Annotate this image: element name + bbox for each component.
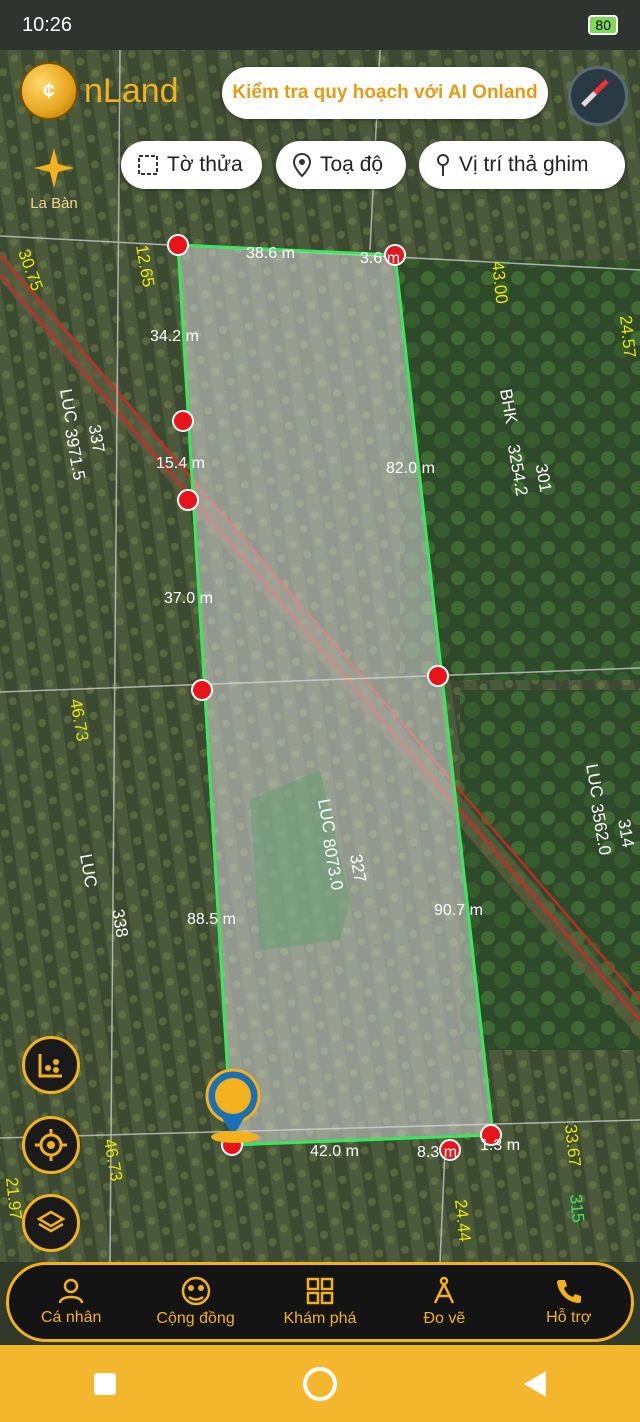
battery-icon: 80 <box>588 15 618 35</box>
status-time: 10:26 <box>22 13 73 36</box>
bottom-nav: Cá nhân Cộng đồng Khám phá Đo vẽ Hỗ trợ <box>6 1262 634 1342</box>
pushpin-icon <box>437 154 449 176</box>
chip-toa-do[interactable]: Toạ độ <box>276 141 406 189</box>
chart-button[interactable] <box>22 1036 80 1094</box>
compass-label: La Bàn <box>30 195 78 212</box>
layers-button[interactable] <box>22 1194 80 1252</box>
map-pin-icon <box>292 153 312 177</box>
measure-label: 42.0 m <box>310 1143 359 1160</box>
measure-label: 82.0 m <box>386 460 435 477</box>
home-button[interactable] <box>302 1366 337 1401</box>
nav-label: Cộng đồng <box>156 1310 235 1327</box>
crosshair-icon <box>35 1129 67 1161</box>
measure-label: 88.5 m <box>187 911 236 928</box>
back-button[interactable] <box>524 1370 547 1397</box>
grid-icon <box>306 1277 334 1305</box>
parcel-grid-icon <box>138 155 158 175</box>
nav-ca-nhan[interactable]: Cá nhân <box>11 1277 131 1327</box>
chip-label: Vị trí thả ghim <box>459 153 589 176</box>
nav-ho-tro[interactable]: Hỗ trợ <box>509 1277 629 1327</box>
nav-label: Khám phá <box>283 1310 357 1327</box>
nav-kham-pha[interactable]: Khám phá <box>260 1276 380 1328</box>
my-location-button[interactable] <box>22 1116 80 1174</box>
app-logo: ¢ nLand <box>20 62 179 120</box>
star-compass-icon <box>34 148 74 188</box>
nav-cong-dong[interactable]: Cộng đồng <box>136 1276 256 1328</box>
status-icons: 80 <box>588 15 618 35</box>
logo-text: nLand <box>84 71 179 110</box>
phone-icon <box>556 1280 581 1303</box>
drafting-compass-icon <box>434 1276 455 1304</box>
nav-label: Đo vẽ <box>423 1310 466 1327</box>
measure-label: 38.6 m <box>246 245 295 262</box>
chip-vi-tri-tha-ghim[interactable]: Vị trí thả ghim <box>419 141 625 189</box>
measure-label: 15.4 m <box>156 455 205 472</box>
ai-check-button[interactable]: Kiểm tra quy hoạch với AI Onland <box>222 67 548 119</box>
measure-label: 8.3 m <box>417 1144 457 1161</box>
measure-label: 1.3 m <box>480 1137 520 1154</box>
layers-icon <box>36 1210 66 1233</box>
system-nav-bar <box>0 1345 640 1422</box>
measure-label: 37.0 m <box>164 590 213 607</box>
person-icon <box>58 1278 84 1304</box>
measure-label: 3.6 m <box>360 250 400 267</box>
status-bar: 10:26 80 <box>0 0 640 50</box>
compass-button[interactable]: La Bàn <box>22 148 86 212</box>
measure-label: 34.2 m <box>150 328 199 345</box>
community-icon <box>181 1276 210 1306</box>
recents-button[interactable] <box>93 1372 116 1395</box>
measure-label: 90.7 m <box>434 902 483 919</box>
onland-coin-icon: ¢ <box>20 62 78 120</box>
bar-chart-icon <box>38 1054 62 1078</box>
edge-number: 315 <box>566 1193 588 1223</box>
map-view[interactable]: 38.6 m 3.6 m 34.2 m 15.4 m 37.0 m 88.5 m… <box>0 50 640 1262</box>
chip-label: Toạ độ <box>320 153 384 176</box>
nav-label: Cá nhân <box>40 1309 102 1326</box>
nav-do-ve[interactable]: Đo vẽ <box>384 1276 504 1328</box>
nav-label: Hỗ trợ <box>546 1309 592 1326</box>
chip-to-thua[interactable]: Tờ thửa <box>121 141 262 189</box>
chip-label: Tờ thửa <box>167 153 243 176</box>
map-canvas[interactable]: 38.6 m 3.6 m 34.2 m 15.4 m 37.0 m 88.5 m… <box>0 50 640 1262</box>
compass-icon[interactable] <box>568 66 628 126</box>
